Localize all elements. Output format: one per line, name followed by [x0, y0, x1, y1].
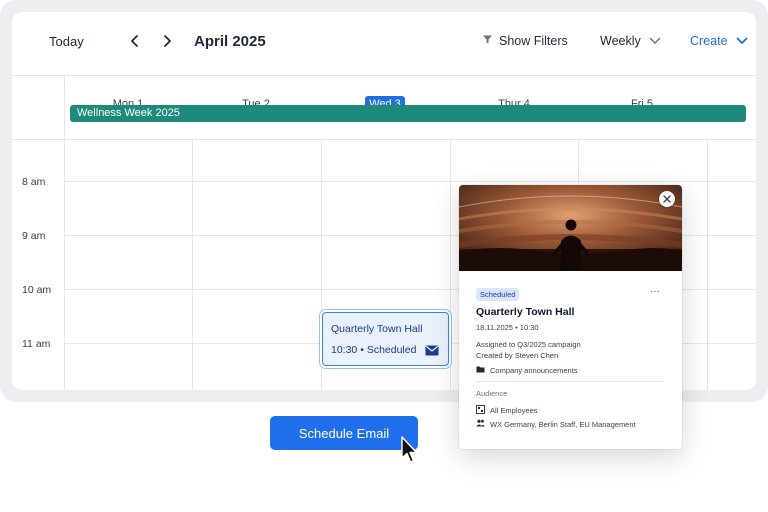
- event-time: 10:30: [331, 344, 358, 356]
- audience-primary-label: All Employees: [490, 406, 538, 415]
- audience-primary: All Employees: [476, 405, 538, 416]
- create-label: Create: [690, 34, 728, 48]
- view-select[interactable]: Weekly: [600, 34, 661, 48]
- show-filters-label: Show Filters: [499, 34, 568, 48]
- assigned-campaign[interactable]: Q3/2025 campaign: [517, 340, 580, 349]
- view-select-label: Weekly: [600, 34, 641, 48]
- popup-datetime: 18.11.2025 • 10:30: [476, 323, 539, 332]
- audience-heading: Audience: [476, 389, 508, 398]
- event-detail-popup: Scheduled ··· Quarterly Town Hall 18.11.…: [459, 185, 682, 449]
- popup-assigned: Assigned to Q3/2025 campaign: [476, 340, 581, 349]
- show-filters-button[interactable]: Show Filters: [482, 34, 568, 48]
- event-title: Quarterly Town Hall: [331, 323, 423, 335]
- close-icon[interactable]: [659, 191, 675, 207]
- event-meta: 10:30 • Scheduled: [331, 344, 416, 356]
- audience-secondary-label: WX Germany, Berlin Staff, EU Management: [490, 419, 636, 429]
- event-hero-image: [459, 185, 682, 271]
- calendar-toolbar: Today April 2025 Show Filters Weekly Cre…: [12, 12, 756, 76]
- today-button[interactable]: Today: [49, 34, 84, 49]
- popup-title: Quarterly Town Hall: [476, 306, 575, 318]
- event-separator: •: [360, 344, 364, 356]
- grid-line: [707, 140, 708, 390]
- chevron-left-icon[interactable]: [126, 32, 144, 50]
- create-button[interactable]: Create: [690, 34, 748, 48]
- mail-icon: [425, 343, 439, 356]
- event-status: Scheduled: [366, 344, 417, 356]
- chevron-down-icon: [649, 34, 661, 48]
- hour-label: 8 am: [22, 176, 46, 188]
- cursor-arrow-icon: [401, 436, 418, 463]
- schedule-email-button[interactable]: Schedule Email: [270, 416, 418, 450]
- hour-label: 9 am: [22, 230, 46, 242]
- created-prefix: Created by: [476, 351, 515, 360]
- people-icon: [476, 419, 485, 429]
- month-title: April 2025: [194, 33, 266, 50]
- chevron-right-icon[interactable]: [158, 32, 176, 50]
- created-by-name: Steven Chen: [514, 351, 559, 360]
- popup-created-by: Created by Steven Chen: [476, 351, 558, 360]
- calendar-event[interactable]: Quarterly Town Hall 10:30 • Scheduled: [322, 312, 449, 366]
- org-chart-icon: [476, 405, 485, 416]
- grid-line: [64, 181, 756, 182]
- audience-secondary: WX Germany, Berlin Staff, EU Management: [476, 419, 636, 429]
- popup-folder: Company announcements: [476, 366, 578, 375]
- grid-line: [192, 140, 193, 390]
- grid-line: [450, 140, 451, 390]
- status-badge: Scheduled: [476, 288, 520, 301]
- chevron-down-icon: [736, 34, 748, 48]
- folder-icon: [476, 366, 485, 375]
- filter-icon: [482, 34, 493, 48]
- divider: [476, 381, 664, 382]
- hour-label: 10 am: [22, 284, 52, 296]
- assigned-prefix: Assigned to: [476, 340, 518, 349]
- hour-label: 11 am: [22, 338, 51, 350]
- folder-label: Company announcements: [490, 366, 578, 375]
- more-options-icon[interactable]: ···: [650, 286, 660, 297]
- allday-event-bar[interactable]: Wellness Week 2025: [70, 105, 746, 122]
